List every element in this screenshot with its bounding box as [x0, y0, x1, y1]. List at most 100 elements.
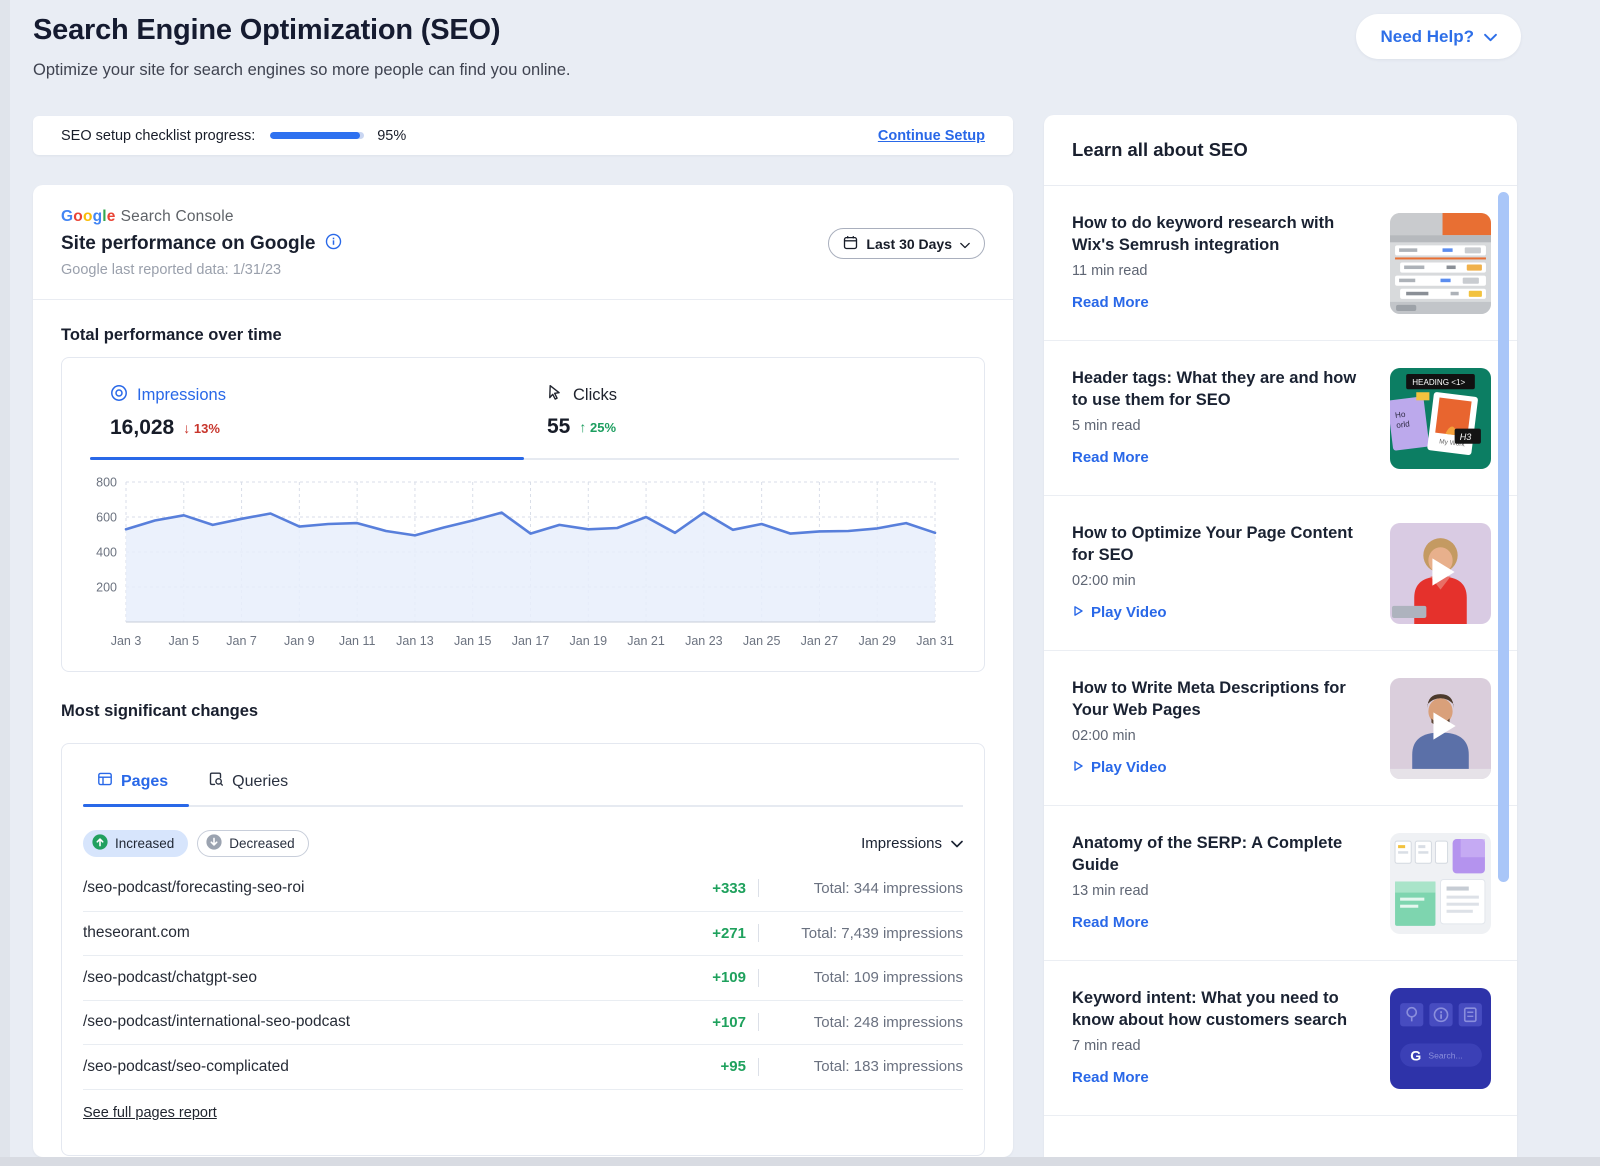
sidebar-scrollbar[interactable] — [1498, 192, 1509, 882]
changes-table: /seo-podcast/forecasting-seo-roi +333 To… — [83, 866, 963, 1090]
article-meta: 02:00 min — [1072, 728, 1372, 744]
change-value: +333 — [686, 880, 746, 897]
svg-text:Jan 7: Jan 7 — [226, 634, 257, 648]
window-bottom-edge — [0, 1157, 1600, 1166]
total-impressions: Total: 7,439 impressions — [771, 925, 963, 942]
svg-text:Jan 23: Jan 23 — [685, 634, 723, 648]
filter-increased-chip[interactable]: Increased — [83, 830, 188, 857]
svg-text:H3: H3 — [1460, 432, 1472, 442]
change-value: +95 — [686, 1058, 746, 1075]
table-row: /seo-podcast/international-seo-podcast +… — [83, 1000, 963, 1045]
article-thumbnail[interactable] — [1390, 833, 1491, 934]
changes-tab-underline — [83, 805, 963, 807]
date-range-label: Last 30 Days — [866, 236, 952, 252]
play-video-link[interactable]: Play Video — [1072, 759, 1372, 776]
article-meta: 7 min read — [1072, 1038, 1372, 1054]
read-more-link[interactable]: Read More — [1072, 1069, 1372, 1086]
change-value: +271 — [686, 925, 746, 942]
gsc-header: GoogleSearch Console Site performance on… — [33, 185, 1013, 300]
cursor-click-icon — [547, 384, 564, 406]
table-row: /seo-podcast/chatgpt-seo +109 Total: 109… — [83, 955, 963, 1000]
article-thumbnail[interactable]: G Search... — [1390, 988, 1491, 1089]
svg-text:Jan 5: Jan 5 — [168, 634, 199, 648]
header-tags-graphic: HEADING <1> Hoorld My Work H3 — [1390, 368, 1491, 469]
video-man-graphic — [1390, 678, 1491, 779]
full-pages-report-link[interactable]: See full pages report — [83, 1105, 217, 1121]
svg-text:Ho: Ho — [1395, 410, 1407, 420]
performance-chart-card: Impressions 16,028 ↓ 13% Clicks — [61, 357, 985, 672]
increase-circle-icon — [92, 834, 108, 853]
svg-text:Jan 17: Jan 17 — [512, 634, 550, 648]
svg-text:Jan 15: Jan 15 — [454, 634, 492, 648]
tab-pages[interactable]: Pages — [97, 771, 168, 792]
impressions-sort-dropdown[interactable]: Impressions — [861, 835, 963, 852]
checklist-progress-bar — [270, 132, 364, 139]
calendar-icon — [843, 235, 858, 253]
metric-tab-underline — [90, 458, 959, 460]
page-path: /seo-podcast/chatgpt-seo — [83, 969, 686, 987]
tab-pages-label: Pages — [121, 773, 168, 791]
divider — [83, 1089, 963, 1090]
divider — [758, 924, 759, 942]
last-reported-text: Google last reported data: 1/31/23 — [61, 262, 985, 278]
pages-icon — [97, 771, 113, 792]
site-performance-panel: GoogleSearch Console Site performance on… — [33, 185, 1013, 1157]
date-range-dropdown[interactable]: Last 30 Days — [828, 228, 985, 259]
table-row: /seo-podcast/forecasting-seo-roi +333 To… — [83, 866, 963, 911]
filter-increased-label: Increased — [115, 836, 174, 851]
filter-decreased-label: Decreased — [229, 836, 294, 851]
tab-queries[interactable]: Queries — [208, 771, 288, 792]
video-woman-graphic — [1390, 523, 1491, 624]
clicks-value: 55 — [547, 415, 570, 439]
list-item: Anatomy of the SERP: A Complete Guide 13… — [1044, 806, 1517, 961]
tab-clicks[interactable]: Clicks 55 ↑ 25% — [547, 384, 617, 440]
play-video-link[interactable]: Play Video — [1072, 604, 1372, 621]
page-path: theseorant.com — [83, 924, 686, 942]
svg-text:Jan 11: Jan 11 — [339, 634, 376, 648]
continue-setup-link[interactable]: Continue Setup — [878, 128, 985, 144]
article-thumbnail[interactable]: HEADING <1> Hoorld My Work H3 — [1390, 368, 1491, 469]
article-title: Keyword intent: What you need to know ab… — [1072, 988, 1372, 1031]
read-more-link[interactable]: Read More — [1072, 914, 1372, 931]
svg-text:Jan 29: Jan 29 — [858, 634, 896, 648]
tab-impressions[interactable]: Impressions 16,028 ↓ 13% — [110, 384, 547, 440]
clicks-delta: ↑ 25% — [579, 419, 616, 435]
total-impressions: Total: 248 impressions — [771, 1014, 963, 1031]
impressions-dropdown-label: Impressions — [861, 835, 942, 852]
video-thumbnail[interactable] — [1390, 523, 1491, 624]
page-title: Search Engine Optimization (SEO) — [33, 14, 500, 47]
google-search-console-logo: GoogleSearch Console — [61, 208, 985, 226]
svg-text:Jan 9: Jan 9 — [284, 634, 315, 648]
checklist-progress-fill — [270, 132, 359, 139]
svg-text:Jan 3: Jan 3 — [111, 634, 142, 648]
need-help-button[interactable]: Need Help? — [1356, 14, 1521, 59]
page-path: /seo-podcast/seo-complicated — [83, 1058, 686, 1076]
seo-checklist-banner: SEO setup checklist progress: 95% Contin… — [33, 116, 1013, 155]
list-item: How to do keyword research with Wix's Se… — [1044, 186, 1517, 341]
impressions-value: 16,028 — [110, 416, 174, 440]
significant-changes-card: Pages Queries Increased — [61, 743, 985, 1156]
chevron-down-icon — [951, 835, 963, 852]
list-item: How to Optimize Your Page Content for SE… — [1044, 496, 1517, 651]
gsc-section-title: Site performance on Google — [61, 233, 315, 255]
info-icon[interactable] — [325, 233, 342, 255]
arrow-up-icon: ↑ — [579, 419, 586, 435]
screen-left-edge — [0, 0, 10, 1166]
semrush-table-graphic — [1390, 213, 1491, 314]
filter-decreased-chip[interactable]: Decreased — [197, 830, 308, 857]
impressions-delta: ↓ 13% — [183, 420, 220, 436]
read-more-link[interactable]: Read More — [1072, 294, 1372, 311]
article-thumbnail[interactable] — [1390, 213, 1491, 314]
article-meta: 02:00 min — [1072, 573, 1372, 589]
queries-icon — [208, 771, 224, 792]
video-thumbnail[interactable] — [1390, 678, 1491, 779]
clicks-label: Clicks — [573, 386, 617, 405]
play-icon — [1072, 759, 1084, 776]
svg-text:G: G — [1410, 1048, 1421, 1064]
svg-text:Jan 19: Jan 19 — [570, 634, 608, 648]
divider — [758, 879, 759, 897]
divider — [758, 969, 759, 987]
table-row: theseorant.com +271 Total: 7,439 impress… — [83, 911, 963, 956]
read-more-link[interactable]: Read More — [1072, 449, 1372, 466]
change-value: +107 — [686, 1014, 746, 1031]
